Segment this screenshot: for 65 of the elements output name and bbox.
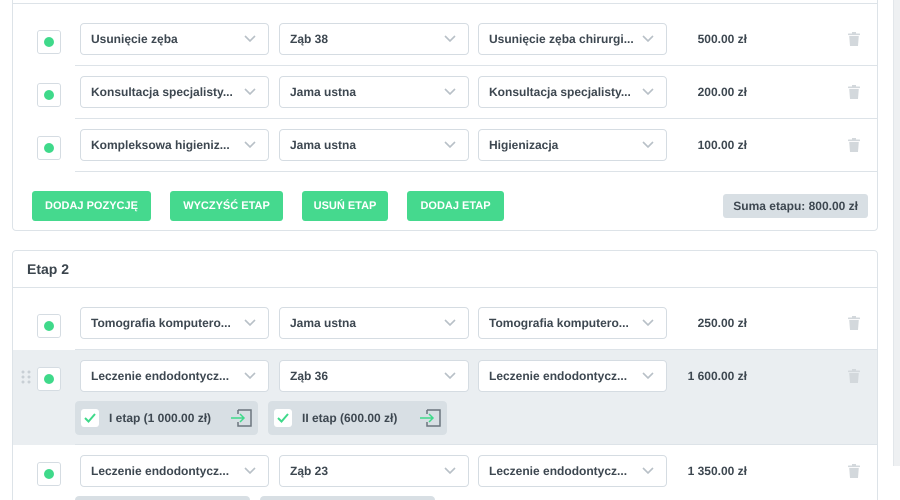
- checkbox[interactable]: [37, 30, 61, 54]
- dropdown[interactable]: Tomografia komputero...: [478, 307, 667, 339]
- price: 250.00 zł: [696, 315, 747, 332]
- checkbox[interactable]: [274, 409, 292, 427]
- trash-icon[interactable]: [848, 464, 860, 478]
- option-chip[interactable]: II etap (600.00 zł): [268, 401, 447, 435]
- dropdown[interactable]: Jama ustna: [279, 129, 469, 161]
- chevron-down-icon: [244, 319, 256, 327]
- dropdown[interactable]: Higienizacja: [478, 129, 667, 161]
- dropdown[interactable]: Konsultacja specjalisty...: [80, 76, 269, 108]
- chevron-down-icon: [642, 88, 654, 96]
- dropdown[interactable]: Ząb 36: [279, 360, 469, 392]
- chevron-down-icon: [244, 372, 256, 380]
- checkbox[interactable]: [37, 462, 61, 486]
- chevron-down-icon: [444, 35, 456, 43]
- chevron-down-icon: [244, 141, 256, 149]
- checkbox[interactable]: [37, 83, 61, 107]
- enter-arrow-icon[interactable]: [419, 409, 441, 427]
- chevron-down-icon: [244, 35, 256, 43]
- chevron-down-icon: [244, 467, 256, 475]
- dropdown[interactable]: Usunięcie zęba chirurgi...: [478, 23, 667, 55]
- chevron-down-icon: [642, 141, 654, 149]
- chevron-down-icon: [444, 141, 456, 149]
- dropdown[interactable]: Kompleksowa higieniz...: [80, 129, 269, 161]
- chevron-down-icon: [642, 467, 654, 475]
- checkbox[interactable]: [37, 314, 61, 338]
- trash-icon[interactable]: [848, 32, 860, 46]
- dropdown[interactable]: Usunięcie zęba: [80, 23, 269, 55]
- option-label: I etap (1 000.00 zł): [109, 410, 212, 427]
- dropdown[interactable]: Konsultacja specjalisty...: [478, 76, 667, 108]
- trash-icon[interactable]: [848, 138, 860, 152]
- checkbox[interactable]: [81, 409, 99, 427]
- dropdown[interactable]: Tomografia komputero...: [80, 307, 269, 339]
- dropdown[interactable]: Leczenie endodontycz...: [478, 360, 667, 392]
- dropdown[interactable]: Ząb 38: [279, 23, 469, 55]
- scrollbar-track[interactable]: [893, 0, 900, 466]
- chevron-down-icon: [444, 88, 456, 96]
- dropdown[interactable]: Jama ustna: [279, 307, 469, 339]
- dropdown[interactable]: Leczenie endodontycz...: [80, 360, 269, 392]
- drag-handle-icon[interactable]: [21, 370, 31, 384]
- checkbox[interactable]: [37, 136, 61, 160]
- stage-title: Etap 2: [27, 260, 70, 279]
- option-chip[interactable]: I etap (1 000.00 zł): [75, 401, 258, 435]
- checkbox[interactable]: [37, 367, 61, 391]
- dropdown[interactable]: Leczenie endodontycz...: [478, 455, 667, 487]
- price: 100.00 zł: [696, 137, 747, 154]
- chevron-down-icon: [444, 467, 456, 475]
- price: 1 600.00 zł: [686, 368, 747, 385]
- chevron-down-icon: [244, 88, 256, 96]
- dropdown[interactable]: Leczenie endodontycz...: [80, 455, 269, 487]
- dropdown[interactable]: Jama ustna: [279, 76, 469, 108]
- enter-arrow-icon[interactable]: [230, 409, 252, 427]
- price: 1 350.00 zł: [686, 463, 747, 480]
- price: 500.00 zł: [696, 31, 747, 48]
- trash-icon[interactable]: [848, 85, 860, 99]
- chevron-down-icon: [642, 35, 654, 43]
- stage-total: Suma etapu: 800.00 zł: [723, 194, 868, 218]
- price: 200.00 zł: [696, 84, 747, 101]
- trash-icon[interactable]: [848, 316, 860, 330]
- dropdown[interactable]: Ząb 23: [279, 455, 469, 487]
- chevron-down-icon: [642, 372, 654, 380]
- chevron-down-icon: [444, 319, 456, 327]
- chevron-down-icon: [642, 319, 654, 327]
- option-label: II etap (600.00 zł): [302, 410, 398, 427]
- chevron-down-icon: [444, 372, 456, 380]
